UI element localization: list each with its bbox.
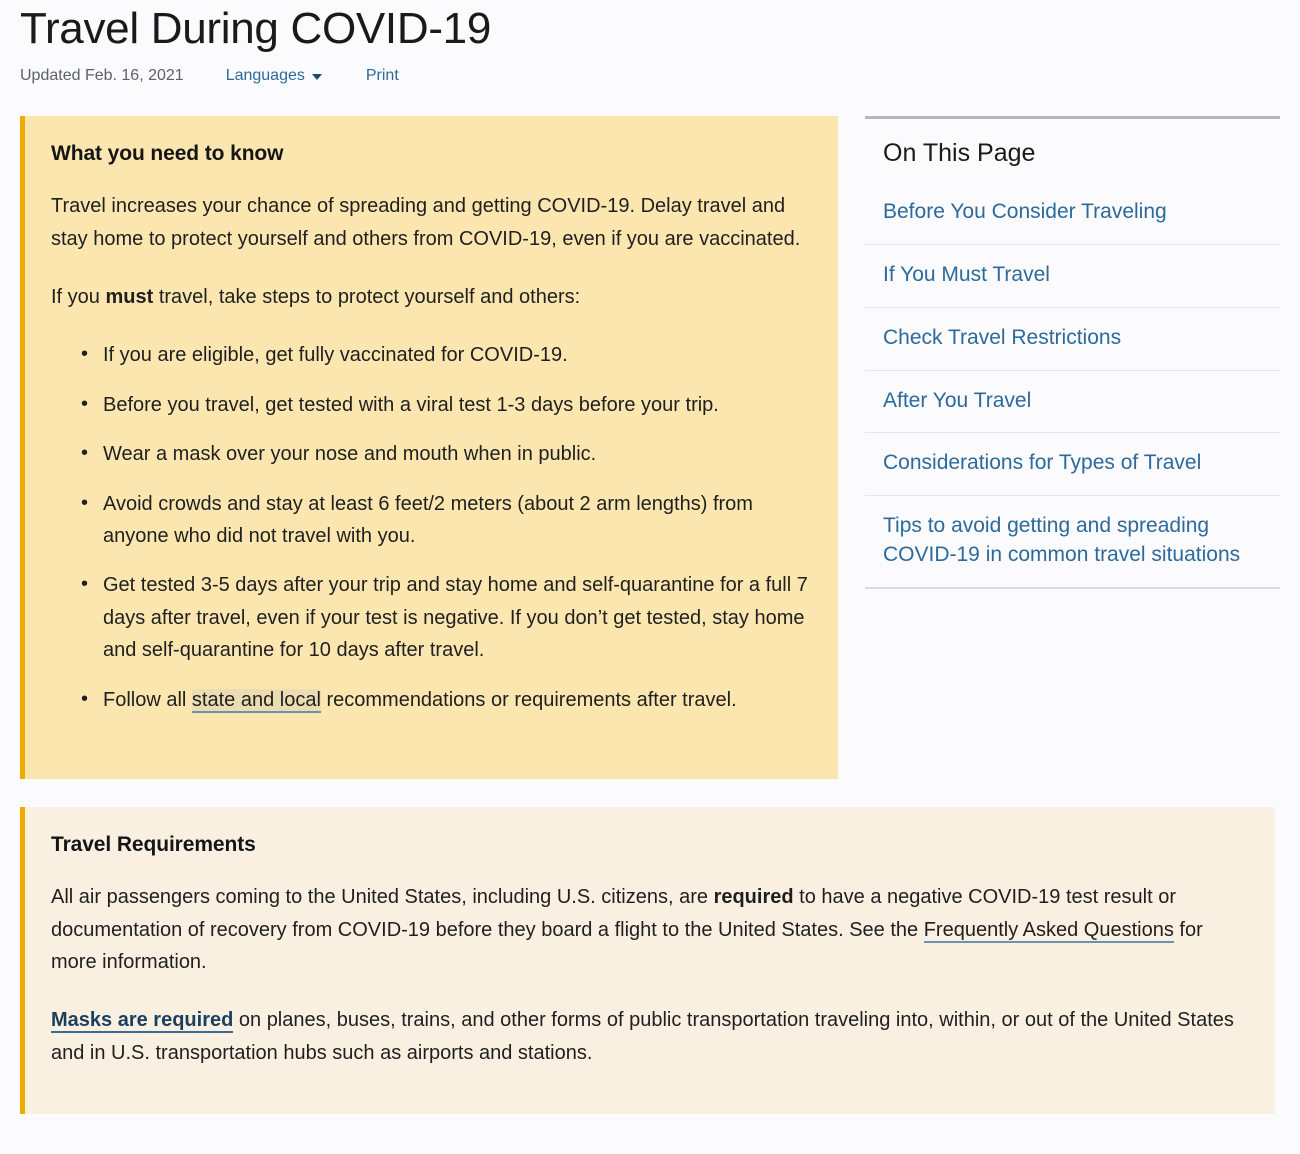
paragraph-2-text-before: If you [51, 286, 106, 309]
list-item: Before you travel, get tested with a vir… [51, 388, 808, 421]
frequently-asked-questions-link[interactable]: Frequently Asked Questions [923, 918, 1174, 943]
travel-requirements-callout: Travel Requirements All air passengers c… [20, 807, 1275, 1115]
sidebar-title: On This Page [883, 139, 1036, 168]
bullet-text-after: recommendations or requirements after tr… [320, 688, 737, 711]
travel-requirements-heading: Travel Requirements [51, 833, 256, 857]
languages-dropdown[interactable]: Languages [226, 67, 322, 85]
travel-requirements-paragraph-2: Masks are required on planes, buses, tra… [51, 1004, 1245, 1069]
sidebar-item-label[interactable]: Before You Consider Traveling [865, 182, 1280, 244]
callout-paragraph-1: Travel increases your chance of spreadin… [51, 195, 801, 250]
sidebar-item-if-you-must-travel[interactable]: If You Must Travel [865, 244, 1280, 307]
sidebar-item-label[interactable]: Considerations for Types of Travel [865, 433, 1280, 495]
bullet-text: Before you travel, get tested with a vir… [103, 393, 719, 416]
sidebar-item-after-you-travel[interactable]: After You Travel [865, 369, 1280, 433]
sidebar-item-label[interactable]: Tips to avoid getting and spreading COVI… [865, 496, 1280, 587]
sidebar-item-tips-to-avoid-getting-and-spreading[interactable]: Tips to avoid getting and spreading COVI… [865, 495, 1280, 587]
list-item: Get tested 3-5 days after your trip and … [51, 568, 808, 666]
page-meta-row: Updated Feb. 16, 2021 Languages Print [20, 67, 1300, 85]
print-link[interactable]: Print [366, 67, 399, 85]
list-item: Avoid crowds and stay at least 6 feet/2 … [51, 487, 808, 553]
what-you-need-to-know-callout: What you need to know Travel increases y… [20, 116, 838, 780]
paragraph-2-bold: must [105, 286, 154, 309]
bullet-text: Wear a mask over your nose and mouth whe… [103, 443, 597, 466]
list-item: Follow all state and local recommendatio… [51, 683, 808, 716]
masks-are-required-link[interactable]: Masks are required [51, 1009, 234, 1034]
languages-label: Languages [225, 67, 305, 85]
callout-paragraph-2: If you must travel, take steps to protec… [51, 281, 808, 313]
travel-requirements-paragraph-1: All air passengers coming to the United … [51, 881, 1245, 978]
paragraph-2-text-after: travel, take steps to protect yourself a… [153, 286, 581, 309]
content-wrapper: What you need to know Travel increases y… [0, 116, 1300, 780]
sidebar-item-label[interactable]: If You Must Travel [865, 245, 1280, 307]
page-header: Travel During COVID-19 Updated Feb. 16, … [0, 0, 1300, 85]
callout-heading: What you need to know [51, 142, 284, 166]
sidebar-item-label[interactable]: After You Travel [865, 371, 1280, 433]
precautions-bullet-list: If you are eligible, get fully vaccinate… [51, 338, 808, 716]
list-item: Wear a mask over your nose and mouth whe… [51, 437, 808, 470]
list-item: If you are eligible, get fully vaccinate… [51, 338, 808, 371]
main-column: What you need to know Travel increases y… [20, 116, 838, 780]
sidebar-item-label[interactable]: Check Travel Restrictions [865, 308, 1280, 370]
sidebar-link-list: Before You Consider Traveling If You Mus… [865, 182, 1280, 589]
tr-p1-before: All air passengers coming to the United … [51, 886, 714, 909]
on-this-page-sidebar: On This Page Before You Consider Traveli… [865, 116, 1280, 589]
bullet-text: Avoid crowds and stay at least 6 feet/2 … [103, 492, 753, 547]
bullet-text: If you are eligible, get fully vaccinate… [103, 344, 568, 367]
updated-date: Updated Feb. 16, 2021 [20, 67, 184, 85]
bullet-text-before: Follow all [103, 688, 192, 711]
tr-p1-bold: required [713, 886, 794, 909]
chevron-down-icon [311, 74, 322, 81]
bullet-text: Get tested 3-5 days after your trip and … [103, 574, 808, 662]
page-title: Travel During COVID-19 [20, 4, 492, 53]
state-and-local-link[interactable]: state and local [191, 688, 321, 713]
sidebar-item-considerations-for-types-of-travel[interactable]: Considerations for Types of Travel [865, 432, 1280, 495]
sidebar-item-check-travel-restrictions[interactable]: Check Travel Restrictions [865, 306, 1280, 370]
sidebar-panel: On This Page Before You Consider Traveli… [865, 116, 1280, 589]
sidebar-item-before-you-consider-traveling[interactable]: Before You Consider Traveling [865, 182, 1280, 244]
